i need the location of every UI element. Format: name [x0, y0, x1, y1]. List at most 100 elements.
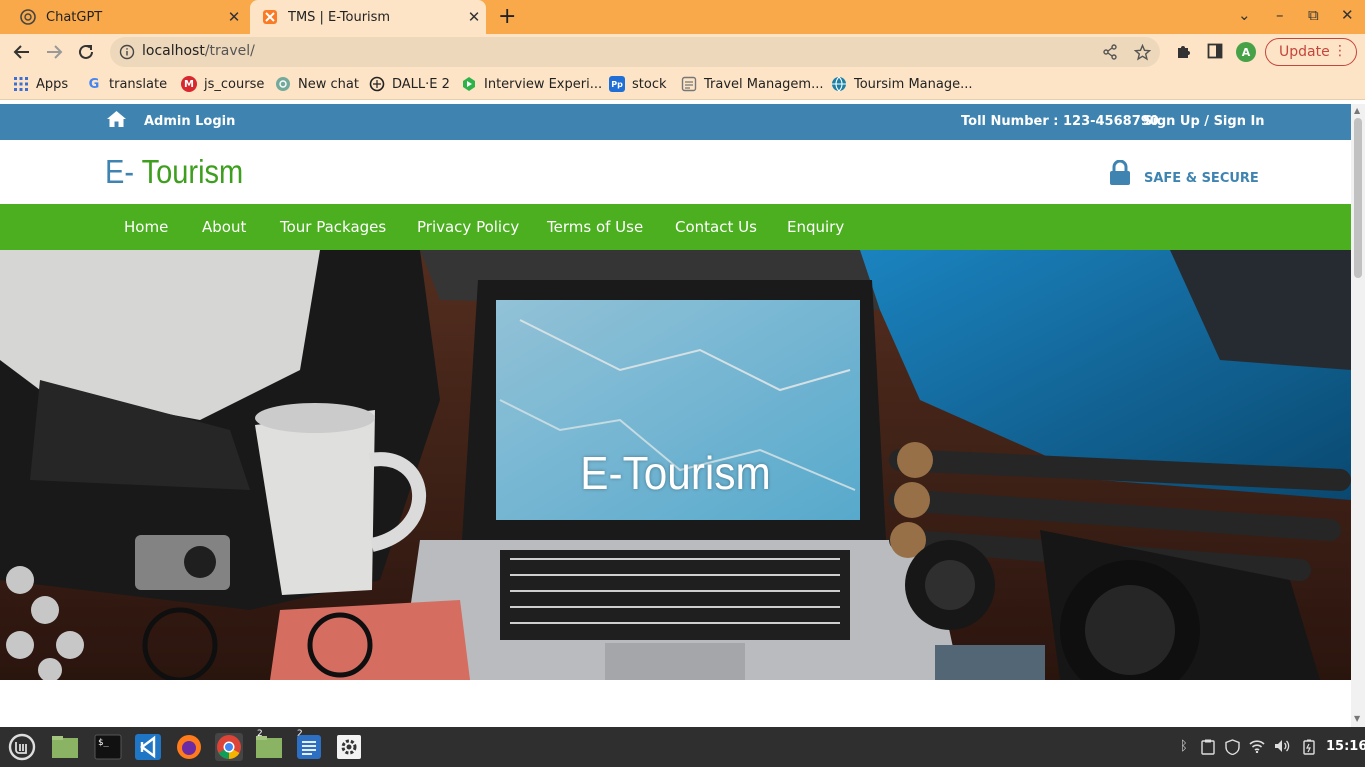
close-window-icon[interactable]: ✕ — [1341, 6, 1354, 24]
back-button[interactable] — [11, 41, 33, 63]
firefox-icon[interactable] — [175, 733, 203, 761]
mega-icon: M — [181, 76, 197, 92]
vscode-icon[interactable] — [134, 733, 162, 761]
nav-contact-us[interactable]: Contact Us — [675, 218, 757, 236]
new-tab-button[interactable]: + — [498, 5, 516, 29]
extensions-puzzle-icon[interactable] — [1175, 43, 1192, 64]
page-viewport: Admin Login Toll Number : 123-4568790 Si… — [0, 104, 1351, 727]
terminal-icon[interactable]: $_ — [94, 733, 122, 761]
page-scrollbar[interactable]: ▲ ▼ — [1351, 104, 1365, 727]
profile-avatar[interactable]: A — [1236, 42, 1256, 62]
battery-icon[interactable] — [1303, 739, 1315, 759]
nav-about[interactable]: About — [202, 218, 246, 236]
bookmark-label: js_course — [204, 76, 265, 92]
brand-row: E- Tourism SAFE & SECURE — [0, 140, 1351, 204]
bookmark-apps[interactable]: Apps — [13, 76, 68, 92]
mint-menu-icon[interactable] — [8, 733, 36, 761]
update-button[interactable]: Update ⋮ — [1265, 38, 1357, 66]
wifi-icon[interactable] — [1249, 739, 1265, 757]
scroll-down-icon[interactable]: ▼ — [1354, 714, 1360, 723]
scroll-up-icon[interactable]: ▲ — [1354, 106, 1360, 115]
bookmark-label: stock — [632, 76, 667, 92]
forward-button[interactable] — [43, 41, 65, 63]
bluetooth-icon[interactable]: ᛒ — [1180, 739, 1188, 754]
bookmark-star-icon[interactable] — [1133, 43, 1152, 65]
bookmark-toursim-management[interactable]: Toursim Manage... — [831, 76, 973, 92]
restore-icon[interactable]: ⧉ — [1308, 6, 1319, 24]
bookmark-translate[interactable]: G translate — [86, 76, 167, 92]
bookmark-dalle[interactable]: DALL·E 2 — [369, 76, 450, 92]
google-icon: G — [88, 76, 100, 92]
chrome-icon[interactable] — [215, 733, 243, 761]
logo-name: Tourism — [141, 153, 244, 190]
more-menu-icon[interactable]: ⋮ — [1333, 43, 1347, 59]
reload-button[interactable] — [75, 41, 97, 63]
close-tab-icon[interactable]: ✕ — [222, 8, 246, 26]
back-arrow-icon — [13, 45, 29, 59]
bookmark-label: Interview Experi... — [484, 76, 603, 92]
tab-strip: ChatGPT ✕ TMS | E-Tourism ✕ + ⌄ – ⧉ ✕ — [0, 0, 1365, 34]
bookmark-stock[interactable]: Pp stock — [609, 76, 667, 92]
text-editor-icon[interactable] — [295, 733, 323, 761]
hero-banner: E-Tourism — [0, 250, 1351, 680]
tab-etourism[interactable]: TMS | E-Tourism ✕ — [250, 0, 486, 34]
apps-grid-icon — [13, 76, 29, 92]
bookmark-label: Apps — [36, 76, 69, 92]
hero-title: E-Tourism — [580, 447, 771, 499]
admin-login-link[interactable]: Admin Login — [144, 114, 235, 129]
bookmark-label: Travel Managem... — [704, 76, 824, 92]
top-header-strip: Admin Login Toll Number : 123-4568790 Si… — [0, 104, 1351, 140]
bookmark-label: New chat — [298, 76, 359, 92]
bookmark-label: DALL·E 2 — [392, 76, 450, 92]
sign-up-sign-in-link[interactable]: Sign Up / Sign In — [1143, 114, 1265, 129]
os-taskbar: $_ 2 2 ᛒ 15:16 — [0, 727, 1365, 767]
chatgpt-icon — [20, 9, 36, 25]
side-panel-icon[interactable] — [1207, 43, 1223, 63]
files-icon[interactable] — [255, 733, 283, 761]
shield-icon[interactable] — [1225, 739, 1240, 759]
page-icon — [681, 76, 697, 92]
settings-icon[interactable] — [335, 733, 363, 761]
svg-text:$_: $_ — [98, 738, 109, 748]
chatgpt-icon — [275, 76, 291, 92]
openai-icon — [369, 76, 385, 92]
reload-icon — [79, 44, 93, 59]
main-navigation: Home About Tour Packages Privacy Policy … — [0, 204, 1351, 250]
xampp-icon — [262, 9, 278, 25]
update-label: Update — [1279, 44, 1330, 60]
minimize-icon[interactable]: – — [1276, 6, 1284, 24]
forward-arrow-icon — [47, 45, 63, 59]
taskbar-clock[interactable]: 15:16 — [1326, 739, 1365, 754]
url-text[interactable]: localhost/travel/ — [142, 43, 255, 59]
browser-toolbar: localhost/travel/ A Update ⋮ — [0, 34, 1365, 70]
nav-tour-packages[interactable]: Tour Packages — [280, 218, 386, 236]
site-info-icon[interactable] — [119, 44, 135, 64]
files-icon[interactable] — [51, 733, 79, 761]
volume-icon[interactable] — [1274, 739, 1290, 757]
site-logo[interactable]: E- Tourism — [105, 153, 243, 191]
tab-title: ChatGPT — [46, 9, 103, 25]
nav-home[interactable]: Home — [124, 218, 168, 236]
url-path: /travel/ — [204, 43, 255, 59]
bookmark-travel-management[interactable]: Travel Managem... — [681, 76, 823, 92]
tab-title: TMS | E-Tourism — [288, 9, 391, 25]
bookmark-new-chat[interactable]: New chat — [275, 76, 359, 92]
tab-chatgpt[interactable]: ChatGPT ✕ — [8, 0, 246, 34]
bookmarks-bar: Apps G translate M js_course New chat DA… — [0, 70, 1365, 100]
address-bar[interactable]: localhost/travel/ — [110, 37, 1160, 67]
bookmark-interview[interactable]: Interview Experi... — [461, 76, 602, 92]
lock-icon — [1109, 159, 1131, 190]
logo-prefix: E- — [105, 153, 135, 190]
nav-terms-of-use[interactable]: Terms of Use — [547, 218, 643, 236]
globe-icon — [831, 76, 847, 92]
nav-privacy-policy[interactable]: Privacy Policy — [417, 218, 519, 236]
scrollbar-thumb[interactable] — [1354, 118, 1362, 278]
clipboard-icon[interactable] — [1201, 739, 1215, 759]
tab-search-icon[interactable]: ⌄ — [1238, 6, 1251, 24]
nav-enquiry[interactable]: Enquiry — [787, 218, 844, 236]
home-icon[interactable] — [106, 110, 127, 132]
bookmark-label: translate — [109, 76, 168, 92]
close-tab-icon[interactable]: ✕ — [462, 8, 486, 26]
bookmark-js-course[interactable]: M js_course — [181, 76, 264, 92]
share-icon[interactable] — [1102, 44, 1118, 64]
